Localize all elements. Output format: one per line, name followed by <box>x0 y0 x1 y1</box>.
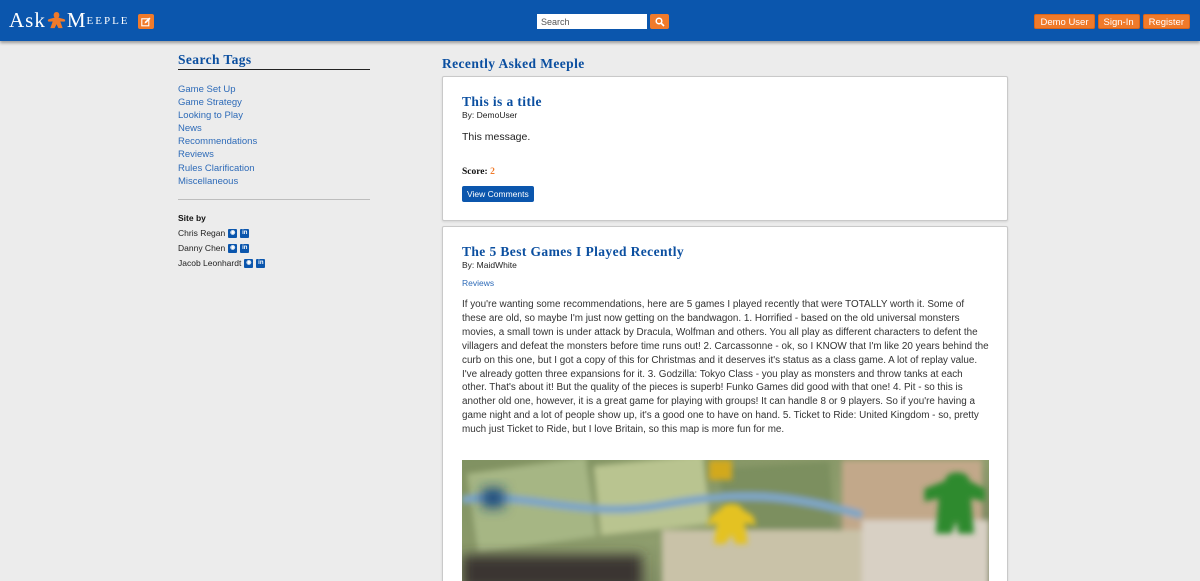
post-card: The 5 Best Games I Played Recently By: M… <box>442 226 1008 581</box>
site-by-label: Site by <box>178 212 206 223</box>
score-value: 2 <box>490 167 495 177</box>
tag-link-game-strategy[interactable]: Game Strategy <box>178 96 370 109</box>
post-tag-link[interactable]: Reviews <box>462 278 494 288</box>
board-game-photo <box>462 460 989 581</box>
post-image <box>462 460 989 581</box>
search-icon <box>654 16 665 27</box>
sidebar-divider <box>178 198 370 200</box>
post-author: By: DemoUser <box>462 110 518 120</box>
author-name: Danny Chen <box>178 243 226 254</box>
post-author: By: MaidWhite <box>462 260 517 270</box>
post-body: If you're wanting some recommendations, … <box>462 299 989 436</box>
linkedin-icon[interactable]: in <box>256 258 266 268</box>
site-logo[interactable]: Ask Meeple <box>9 7 130 32</box>
tag-link-news[interactable]: News <box>178 122 370 135</box>
tag-list: Game Set Up Game Strategy Looking to Pla… <box>178 83 370 188</box>
post-score: Score: 2 <box>462 167 495 177</box>
logo-meeple-rest: eeple <box>86 11 130 28</box>
tag-link-miscellaneous[interactable]: Miscellaneous <box>178 175 370 188</box>
demo-user-button[interactable]: Demo User <box>1034 14 1095 29</box>
page-title: Recently Asked Meeple <box>442 56 585 71</box>
tag-link-recommendations[interactable]: Recommendations <box>178 135 370 148</box>
author-danny-chen: Danny Chen ◉ in <box>178 243 370 254</box>
github-icon[interactable]: ◉ <box>228 243 238 253</box>
author-chris-regan: Chris Regan ◉ in <box>178 228 370 239</box>
new-post-button[interactable] <box>138 14 154 29</box>
edit-icon <box>141 17 151 26</box>
top-navbar: Ask Meeple Demo User Sign-In Register <box>0 0 1200 41</box>
post-title[interactable]: The 5 Best Games I Played Recently <box>462 244 684 260</box>
sidebar-title: Search Tags <box>178 52 370 70</box>
tag-link-game-set-up[interactable]: Game Set Up <box>178 83 370 96</box>
logo-ask-text: Ask <box>9 7 46 32</box>
post-message: This message. <box>462 131 531 143</box>
github-icon[interactable]: ◉ <box>244 258 254 268</box>
post-title[interactable]: This is a title <box>462 94 542 110</box>
post-card: This is a title By: DemoUser This messag… <box>442 76 1008 221</box>
sidebar: Search Tags Game Set Up Game Strategy Lo… <box>178 52 370 269</box>
author-name: Chris Regan <box>178 228 226 239</box>
score-label: Score: <box>462 167 488 177</box>
linkedin-icon[interactable]: in <box>240 228 250 238</box>
tag-link-reviews[interactable]: Reviews <box>178 148 370 161</box>
sign-in-button[interactable]: Sign-In <box>1097 14 1140 29</box>
search-form <box>537 14 669 29</box>
github-icon[interactable]: ◉ <box>228 228 238 238</box>
author-name: Jacob Leonhardt <box>178 258 242 269</box>
meeple-logo-icon <box>47 11 66 28</box>
tag-link-looking-to-play[interactable]: Looking to Play <box>178 109 370 122</box>
search-button[interactable] <box>650 14 669 29</box>
linkedin-icon[interactable]: in <box>240 243 250 253</box>
nav-buttons: Demo User Sign-In Register <box>1034 14 1190 29</box>
tag-link-rules-clarification[interactable]: Rules Clarification <box>178 162 370 175</box>
author-jacob-leonhardt: Jacob Leonhardt ◉ in <box>178 258 370 269</box>
view-comments-button[interactable]: View Comments <box>462 186 534 202</box>
logo-meeple-text: M <box>66 7 87 32</box>
register-button[interactable]: Register <box>1142 14 1190 29</box>
search-input[interactable] <box>537 14 647 29</box>
